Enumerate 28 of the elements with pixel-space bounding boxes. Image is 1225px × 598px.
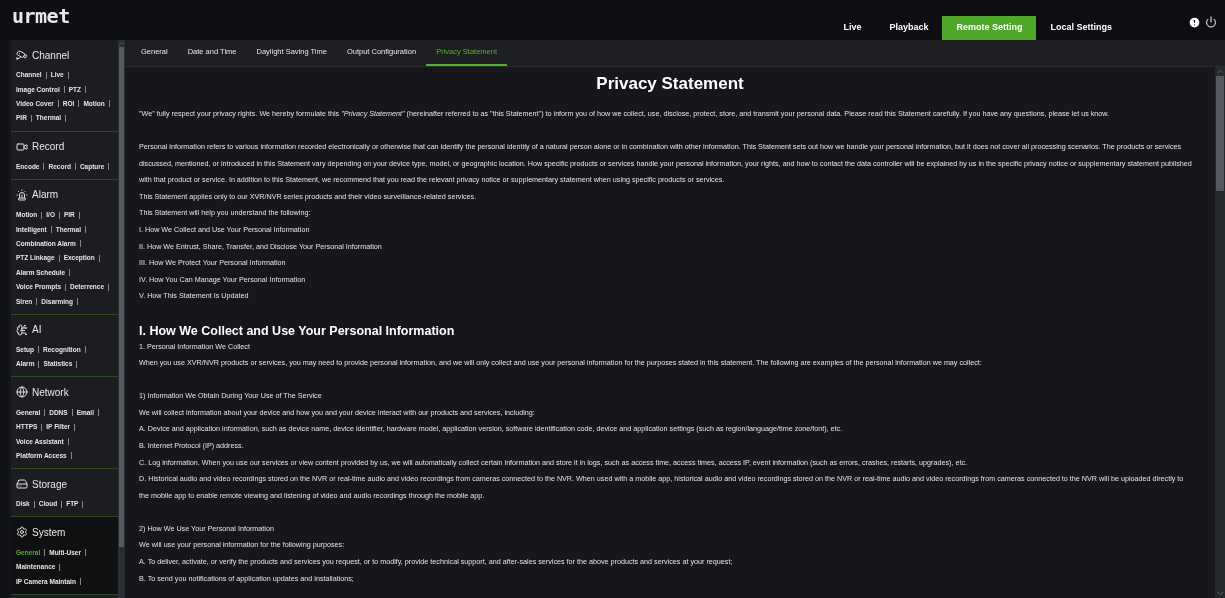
scroll-up-icon[interactable] <box>118 40 125 47</box>
section-title[interactable]: Record <box>32 139 65 155</box>
section-heading: I. How We Collect and Use Your Personal Information <box>139 322 456 340</box>
logo: urmet <box>12 6 70 26</box>
sidebar-scrollbar[interactable] <box>118 40 125 598</box>
scrollbar-thumb[interactable] <box>1216 76 1224 191</box>
camera-icon <box>16 49 28 61</box>
siren-icon <box>16 188 28 201</box>
document-title: Privacy Statement <box>595 73 745 95</box>
video-camera-icon <box>16 140 28 153</box>
drive-icon <box>16 478 28 491</box>
scroll-down-icon[interactable] <box>1215 589 1225 598</box>
globe-icon <box>16 386 28 399</box>
section-title[interactable]: Storage <box>32 476 68 492</box>
alert-icon[interactable] <box>1188 15 1201 29</box>
scroll-up-icon[interactable] <box>1215 67 1225 76</box>
section-title[interactable]: Network <box>32 384 69 400</box>
power-icon[interactable] <box>1205 16 1217 28</box>
section-title[interactable]: Alarm <box>32 187 59 203</box>
section-title[interactable]: System <box>32 524 66 540</box>
scrollbar-thumb[interactable] <box>119 47 124 547</box>
section-title[interactable]: Channel <box>32 47 70 63</box>
section-title[interactable]: AI <box>32 322 42 338</box>
settings-icon <box>16 526 28 539</box>
nav-tab[interactable]: Live <box>829 16 876 40</box>
nav-tab[interactable]: Playback <box>875 16 943 40</box>
document-scrollbar[interactable] <box>1215 67 1225 598</box>
nav-tab[interactable]: Local Settings <box>1036 16 1126 40</box>
